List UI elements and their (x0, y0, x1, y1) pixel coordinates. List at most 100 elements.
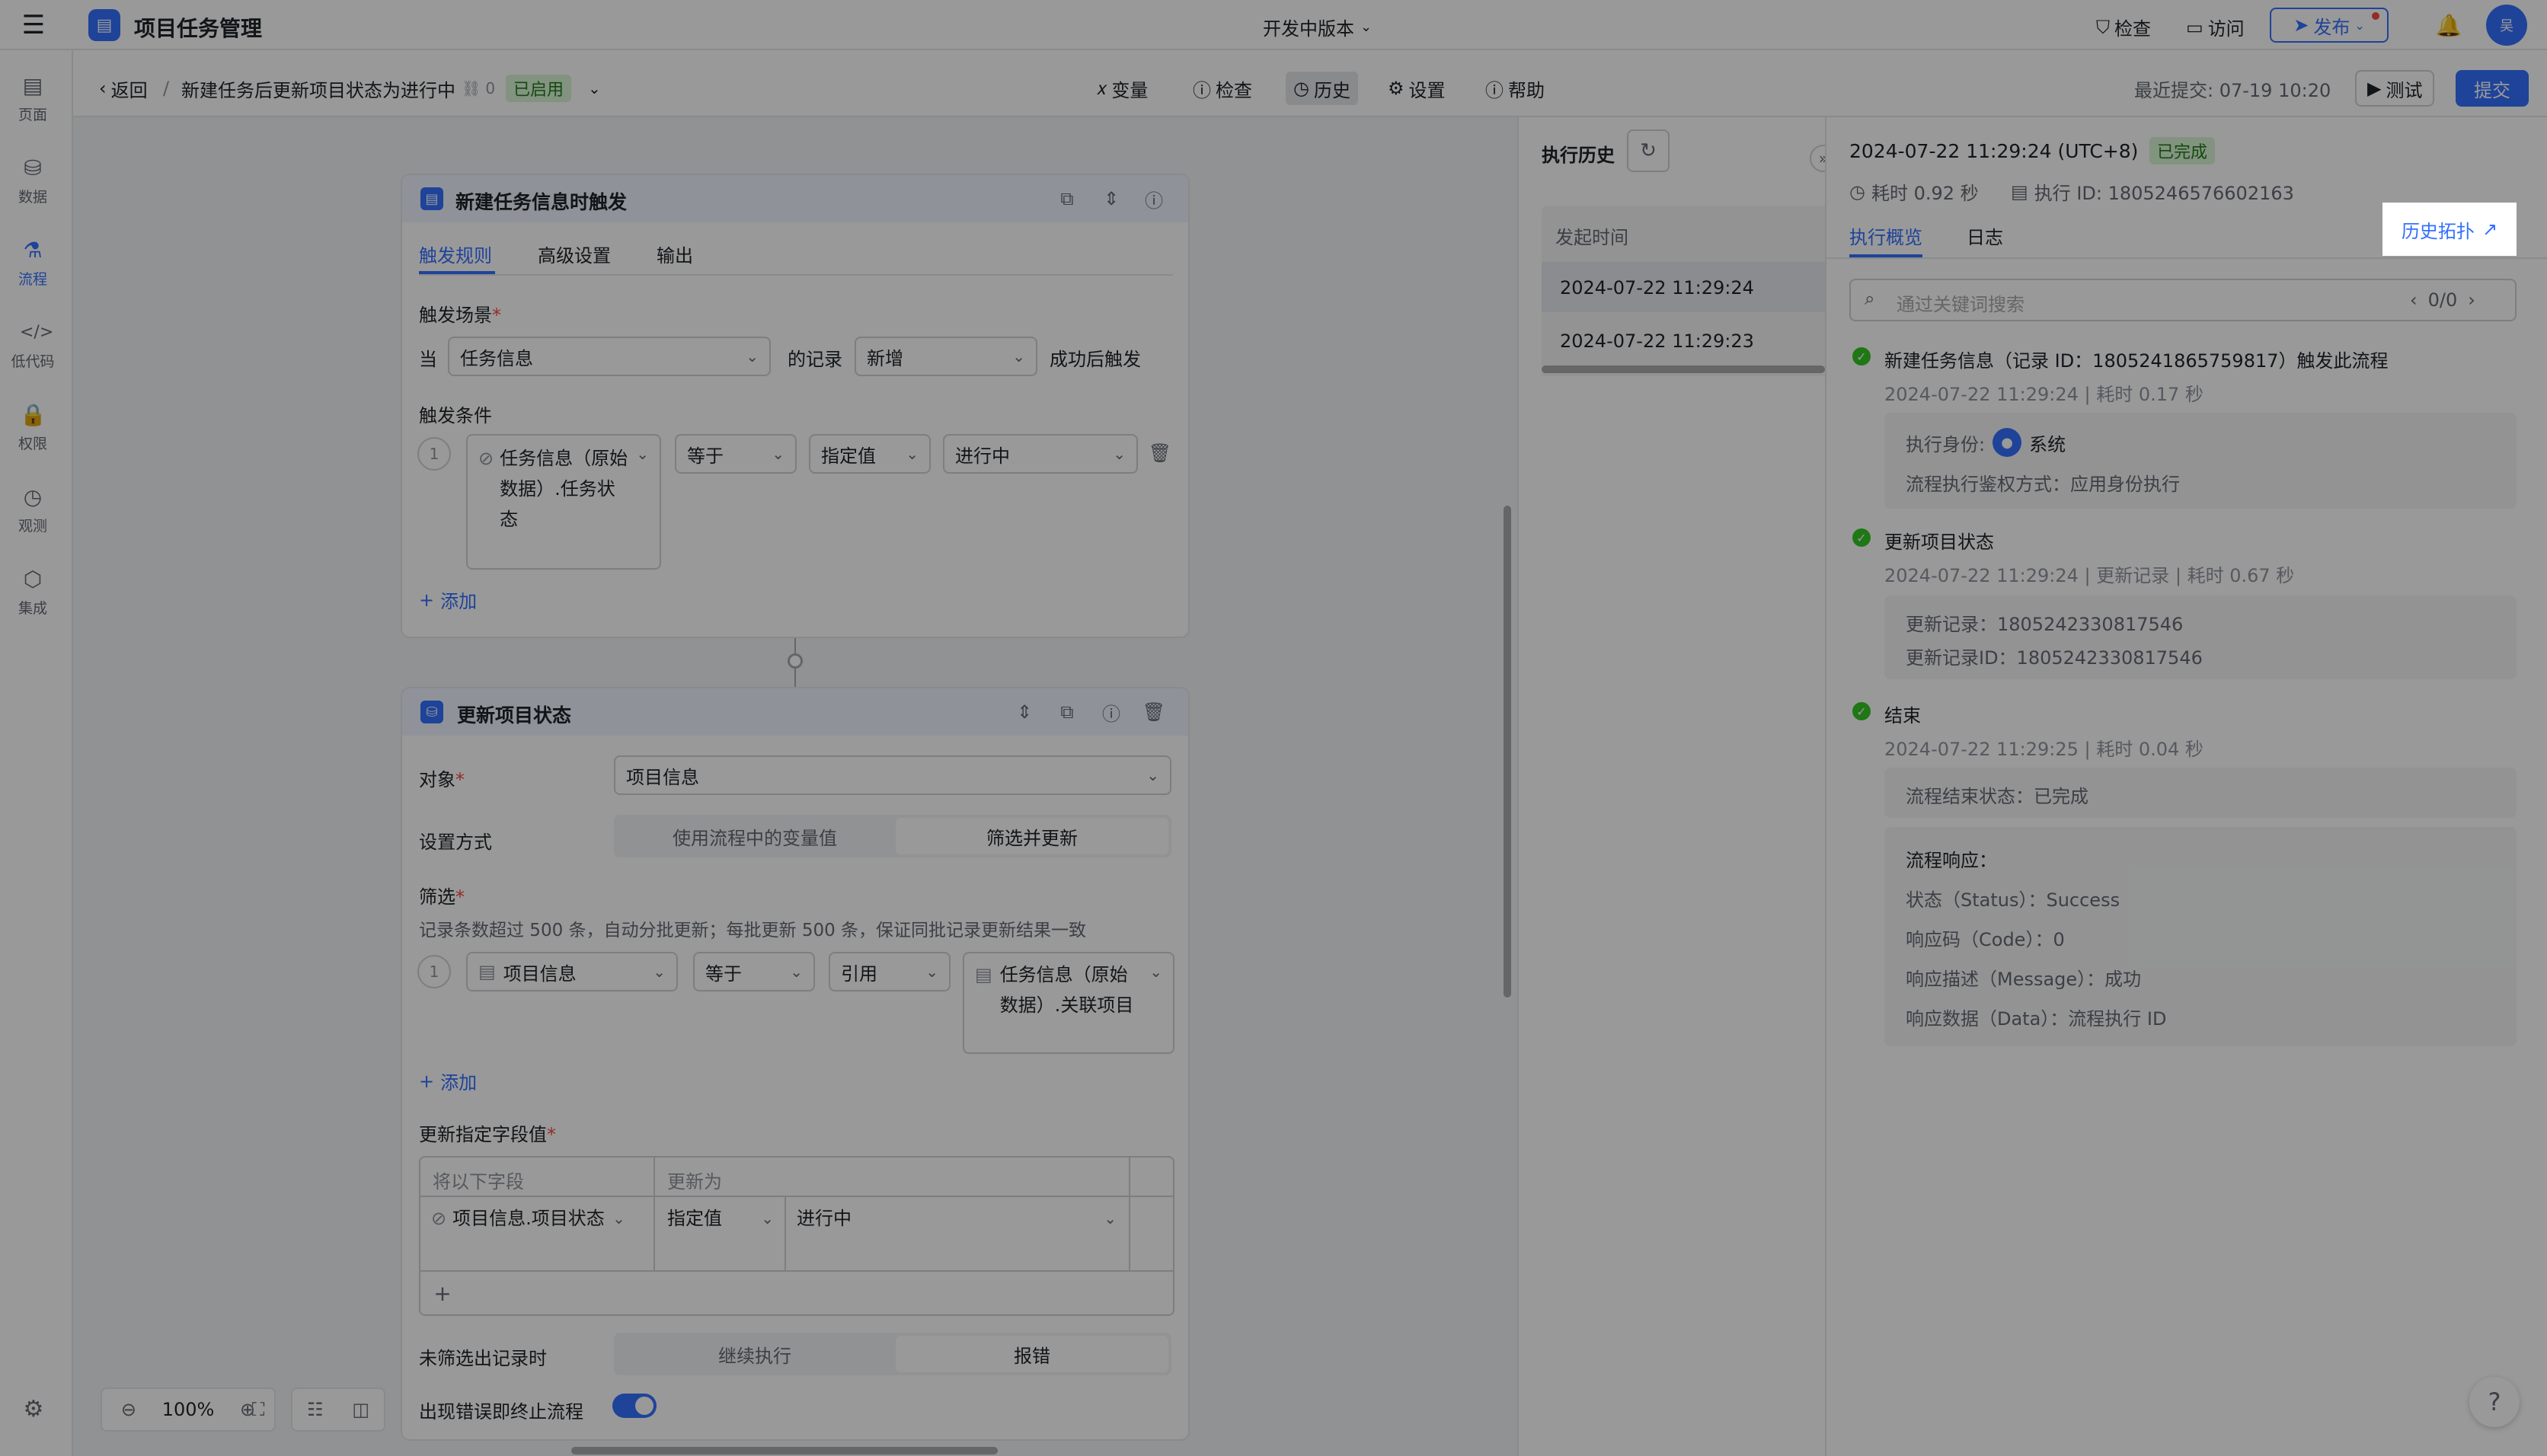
document-icon: ▤ (2011, 180, 2028, 203)
check-label: 检查 (2114, 18, 2151, 40)
row-value-select[interactable]: 进行中 ⌄ (797, 1203, 1117, 1234)
table-select[interactable]: 任务信息 ⌄ (448, 337, 771, 376)
sidebar-item-permission[interactable]: 🔒 权限 (0, 402, 66, 453)
run-time: 2024-07-22 11:29:24 (UTC+8) (1849, 140, 2139, 162)
sidebar-item-integration[interactable]: ⬡ 集成 (0, 567, 66, 618)
filter-field-select[interactable]: ▤ 项目信息 ⌄ (466, 952, 678, 991)
step-1-title: 新建任务信息（记录 ID：1805241865759817）触发此流程 (1884, 350, 2389, 372)
menu-icon[interactable]: ☰ (18, 10, 49, 40)
chevron-down-icon: ⌄ (1146, 766, 1159, 784)
action-select[interactable]: 新增 ⌄ (855, 337, 1037, 376)
tab-overview[interactable]: 执行概览 (1849, 222, 1922, 249)
history-button[interactable]: ◷ 历史 (1286, 72, 1358, 105)
col-divider-2 (1129, 1157, 1130, 1272)
chevron-right-icon[interactable]: › (2468, 289, 2475, 311)
collapse-icon[interactable]: ⇕ (1013, 701, 1036, 723)
trash-icon[interactable]: 🗑 (1142, 701, 1165, 723)
scene-label: 触发场景* (419, 305, 501, 326)
sidebar-item-lowcode[interactable]: </> 低代码 (0, 320, 66, 371)
avatar[interactable]: 吴 (2486, 5, 2527, 46)
nf-option-continue[interactable]: 继续执行 (617, 1336, 893, 1372)
zoom-out-icon[interactable]: ⊖ (121, 1399, 136, 1420)
chevron-down-icon: ⌄ (790, 963, 803, 981)
back-button[interactable]: ‹ 返回 (99, 73, 148, 104)
tab-logs[interactable]: 日志 (1967, 222, 2003, 249)
nf-option-error[interactable]: 报错 (896, 1336, 1168, 1372)
step-3-meta: 2024-07-22 11:29:25 | 耗时 0.04 秒 (1884, 739, 2203, 760)
filter-op-select[interactable]: 等于 ⌄ (693, 952, 815, 991)
copy-icon[interactable]: ⧉ (1056, 187, 1079, 210)
check-button[interactable]: ⛉ 检查 (2096, 14, 2151, 40)
add-condition-button[interactable]: + 添加 (419, 586, 477, 613)
refresh-icon[interactable]: ↻ (1627, 129, 1670, 172)
cond-type-select[interactable]: 指定值 ⌄ (809, 434, 931, 474)
chevron-down-icon[interactable]: ⌄ (588, 73, 601, 104)
step-2-title: 更新项目状态 (1884, 532, 1994, 553)
settings-button[interactable]: ⚙ 设置 (1388, 73, 1446, 104)
mode-option-filter[interactable]: 筛选并更新 (896, 818, 1168, 854)
check-toolbar-button[interactable]: ⓘ 检查 (1193, 73, 1252, 104)
auto-layout-icon[interactable]: ☷ (307, 1399, 324, 1420)
end-status-text: 流程结束状态：已完成 (1906, 786, 2088, 807)
canvas-scrollbar-v[interactable] (1504, 506, 1511, 998)
bell-icon[interactable]: 🔔 (2434, 11, 2463, 40)
tab-output[interactable]: 输出 (657, 241, 693, 267)
cond-op-select[interactable]: 等于 ⌄ (675, 434, 797, 474)
submit-button[interactable]: 提交 (2456, 70, 2529, 107)
chevron-down-icon: ⌄ (653, 963, 666, 981)
set-label: 更新指定字段值* (419, 1124, 556, 1145)
chevron-left-icon[interactable]: ‹ (2410, 289, 2418, 311)
update-record-text: 更新记录：1805242330817546 (1906, 614, 2184, 635)
sidebar-item-flow[interactable]: ⚗ 流程 (0, 238, 66, 289)
copy-icon[interactable]: ⧉ (1056, 701, 1079, 723)
publish-button[interactable]: ➤ 发布 ⌄ (2270, 8, 2389, 43)
clock-icon: ◷ (1293, 78, 1309, 99)
sidebar-item-data[interactable]: ⛁ 数据 (0, 155, 66, 206)
help-button[interactable]: ⓘ 帮助 (1485, 73, 1545, 104)
gear-icon[interactable]: ⚙ (20, 1395, 47, 1422)
help-float-button[interactable]: ? (2469, 1377, 2520, 1427)
version-select[interactable]: 开发中版本 ⌄ (1263, 14, 1372, 40)
history-scrollbar[interactable] (1542, 366, 1825, 373)
detail-tabs-divider (1826, 257, 2547, 259)
filter-value-select[interactable]: ▤ 任务信息（原始数据）.关联项目 ⌄ (963, 952, 1174, 1054)
add-row-icon[interactable]: + (431, 1279, 454, 1307)
help-icon[interactable]: ⓘ (1142, 187, 1165, 212)
cond-field-select[interactable]: ⊘ 任务信息（原始数据）.任务状态 ⌄ (466, 434, 661, 570)
notification-dot (2372, 12, 2379, 20)
monitor-icon: ▭ (2186, 16, 2203, 38)
cond-value-select[interactable]: 进行中 ⌄ (943, 434, 1138, 474)
canvas-scrollbar-h[interactable] (571, 1447, 998, 1454)
variables-button[interactable]: 𝑥 变量 (1097, 73, 1148, 104)
tab-advanced[interactable]: 高级设置 (538, 241, 611, 267)
object-select[interactable]: 项目信息 ⌄ (614, 755, 1171, 795)
add-filter-button[interactable]: + 添加 (419, 1068, 477, 1094)
search-input[interactable]: 通过关键词搜索 (1897, 289, 2024, 316)
connector-dot[interactable] (788, 653, 803, 669)
sidebar-item-observe[interactable]: ◷ 观测 (0, 484, 66, 535)
row-field-select[interactable]: ⊘ 项目信息.项目状态 ⌄ (431, 1203, 644, 1234)
mode-option-variable[interactable]: 使用流程中的变量值 (617, 818, 893, 854)
sidebar-item-page[interactable]: ▤ 页面 (0, 73, 66, 124)
trash-icon[interactable]: 🗑 (1147, 440, 1173, 466)
test-button[interactable]: ▶ 测试 (2355, 70, 2435, 107)
error-stop-toggle[interactable] (612, 1394, 657, 1418)
filter-type-select[interactable]: 引用 ⌄ (829, 952, 951, 991)
help-icon[interactable]: ⓘ (1100, 701, 1123, 725)
visit-button[interactable]: ▭ 访问 (2186, 14, 2245, 40)
lock-icon: 🔒 (20, 402, 46, 427)
trigger-node[interactable]: ▤ 新建任务信息时触发 ⧉ ⇕ ⓘ 触发规则 高级设置 输出 触发场景* 当 任… (401, 174, 1190, 638)
collapse-icon[interactable]: ⇕ (1100, 187, 1123, 210)
row-type-select[interactable]: 指定值 ⌄ (667, 1203, 774, 1234)
update-node[interactable]: ⛁ 更新项目状态 ⇕ ⧉ ⓘ 🗑 对象* 项目信息 ⌄ 设置方式 使用流程中的变量… (401, 687, 1190, 1441)
step-3-title: 结束 (1884, 705, 1921, 726)
tab-trigger-rules[interactable]: 触发规则 (419, 241, 492, 267)
chevron-down-icon: ⌄ (1012, 347, 1025, 366)
history-topology-link[interactable]: 历史拓扑 ↗ (2382, 203, 2517, 256)
chevron-down-icon: ⌄ (746, 347, 759, 366)
breadcrumb-separator: / (163, 78, 170, 99)
minimap-icon[interactable]: ◫ (352, 1399, 369, 1420)
fit-screen-icon[interactable]: ⛶ (238, 1387, 279, 1432)
zoom-level: 100% (161, 1399, 215, 1420)
app-logo: ▤ (88, 9, 120, 41)
